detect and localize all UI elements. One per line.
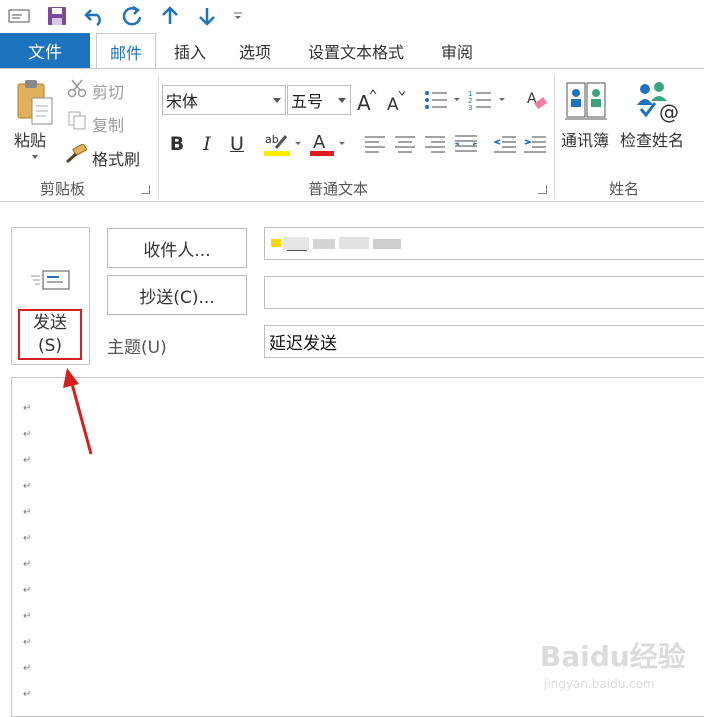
paragraph-mark: ↵ (23, 611, 32, 622)
paragraph-mark: ↵ (23, 455, 32, 466)
align-center-icon[interactable] (393, 131, 417, 157)
watermark-url: jingyan.baidu.com (543, 677, 655, 691)
format-painter-button[interactable]: 格式刷 (92, 146, 140, 170)
ribbon-tabs: 文件 邮件 插入 选项 设置文本格式 审阅 (0, 33, 704, 69)
font-combo[interactable]: 宋体 (162, 85, 286, 115)
bullets-icon[interactable] (423, 87, 463, 113)
address-book-icon (563, 77, 611, 125)
font-size-combo[interactable]: 五号 (287, 85, 351, 115)
paragraph-mark: ↵ (23, 689, 32, 700)
grow-font-icon[interactable]: A (355, 87, 377, 113)
paragraph-mark: ↵ (23, 403, 32, 414)
undo-icon[interactable] (82, 4, 108, 28)
shrink-font-icon[interactable]: A (385, 87, 407, 113)
basic-text-group-label: 普通文本 (308, 180, 369, 198)
numbering-icon[interactable]: 123 (467, 87, 511, 113)
group-divider (554, 75, 555, 199)
customize-icon[interactable] (225, 4, 251, 28)
font-size-value: 五号 (291, 92, 324, 111)
cut-button[interactable]: 剪切 (92, 79, 124, 103)
up-arrow-icon[interactable] (157, 4, 183, 28)
paragraph-mark: ↵ (23, 429, 32, 440)
names-group-label: 姓名 (609, 180, 640, 198)
check-names-icon: @ (632, 77, 684, 125)
paragraph-mark: ↵ (23, 585, 32, 596)
paragraph-mark: ↵ (23, 507, 32, 518)
group-divider (158, 75, 159, 199)
send-button-label: 发送 (S) (18, 309, 82, 360)
paste-dropdown-icon[interactable] (30, 153, 40, 161)
paragraph-mark: ↵ (23, 559, 32, 570)
clipboard-group-label: 剪贴板 (40, 180, 86, 198)
address-book-button[interactable]: 通讯簿 (561, 127, 609, 151)
clear-formatting-icon[interactable]: A (524, 87, 550, 113)
bold-button[interactable]: B (166, 131, 188, 157)
paragraph-mark: ↵ (23, 663, 32, 674)
align-left-icon[interactable] (363, 131, 387, 157)
send-label-text: 发送 (33, 313, 67, 333)
tab-insert[interactable]: 插入 (166, 33, 214, 68)
svg-text:@: @ (659, 100, 679, 123)
subject-label: 主题(U) (107, 338, 167, 358)
paste-icon[interactable] (12, 77, 56, 127)
svg-text:ab: ab (265, 133, 279, 146)
paragraph-mark: ↵ (23, 481, 32, 492)
mail-icon[interactable] (6, 4, 32, 28)
svg-text:A: A (357, 91, 371, 112)
redo-icon[interactable] (119, 4, 145, 28)
annotation-arrow-icon (63, 368, 93, 455)
clipboard-launcher-icon[interactable] (141, 185, 150, 194)
increase-indent-icon[interactable] (522, 131, 548, 157)
paragraph-mark: ↵ (23, 637, 32, 648)
format-painter-icon (64, 143, 88, 165)
subject-value: 延迟发送 (269, 334, 337, 354)
decrease-indent-icon[interactable] (492, 131, 518, 157)
save-icon[interactable] (44, 4, 70, 28)
cc-field[interactable] (264, 276, 704, 309)
ribbon: 粘贴 剪切 复制 格式刷 剪贴板 宋体 五号 A A 123 A B I U a… (0, 68, 704, 202)
send-label-shortcut: (S) (37, 336, 63, 356)
to-button[interactable]: 收件人... (107, 228, 247, 268)
tab-options[interactable]: 选项 (230, 33, 280, 68)
font-value: 宋体 (166, 92, 199, 111)
basic-text-launcher-icon[interactable] (538, 185, 547, 194)
tab-file[interactable]: 文件 (0, 33, 90, 68)
svg-text:A: A (387, 95, 399, 112)
svg-text:3: 3 (468, 104, 472, 112)
highlight-icon[interactable]: ab (262, 129, 304, 159)
blurred-recipient (269, 234, 403, 254)
paragraph-mark: ↵ (23, 533, 32, 544)
send-button[interactable]: 发送 (S) (11, 227, 90, 365)
watermark-brand: Baidu经验 (540, 640, 686, 673)
to-field[interactable] (264, 227, 704, 260)
copy-icon (66, 109, 88, 131)
align-right-icon[interactable] (423, 131, 447, 157)
tab-format-text[interactable]: 设置文本格式 (296, 33, 416, 68)
paste-button[interactable]: 粘贴 (14, 127, 46, 151)
cc-button[interactable]: 抄送(C)... (107, 275, 247, 315)
copy-button[interactable]: 复制 (92, 112, 124, 136)
justify-icon[interactable] (453, 131, 479, 157)
watermark-logo: Baidu经验 jingyan.baidu.com (538, 630, 698, 694)
italic-button[interactable]: I (196, 131, 218, 157)
tab-review[interactable]: 审阅 (432, 33, 482, 68)
down-arrow-icon[interactable] (194, 4, 220, 28)
font-color-icon[interactable]: A (308, 129, 350, 159)
underline-button[interactable]: U (226, 131, 248, 157)
tab-mail[interactable]: 邮件 (96, 33, 156, 69)
cut-icon (66, 77, 88, 99)
check-names-button[interactable]: 检查姓名 (620, 127, 684, 151)
quick-access-toolbar (0, 0, 704, 33)
subject-field[interactable]: 延迟发送 (264, 325, 704, 358)
svg-text:A: A (313, 132, 326, 153)
send-envelope-icon (29, 268, 73, 294)
